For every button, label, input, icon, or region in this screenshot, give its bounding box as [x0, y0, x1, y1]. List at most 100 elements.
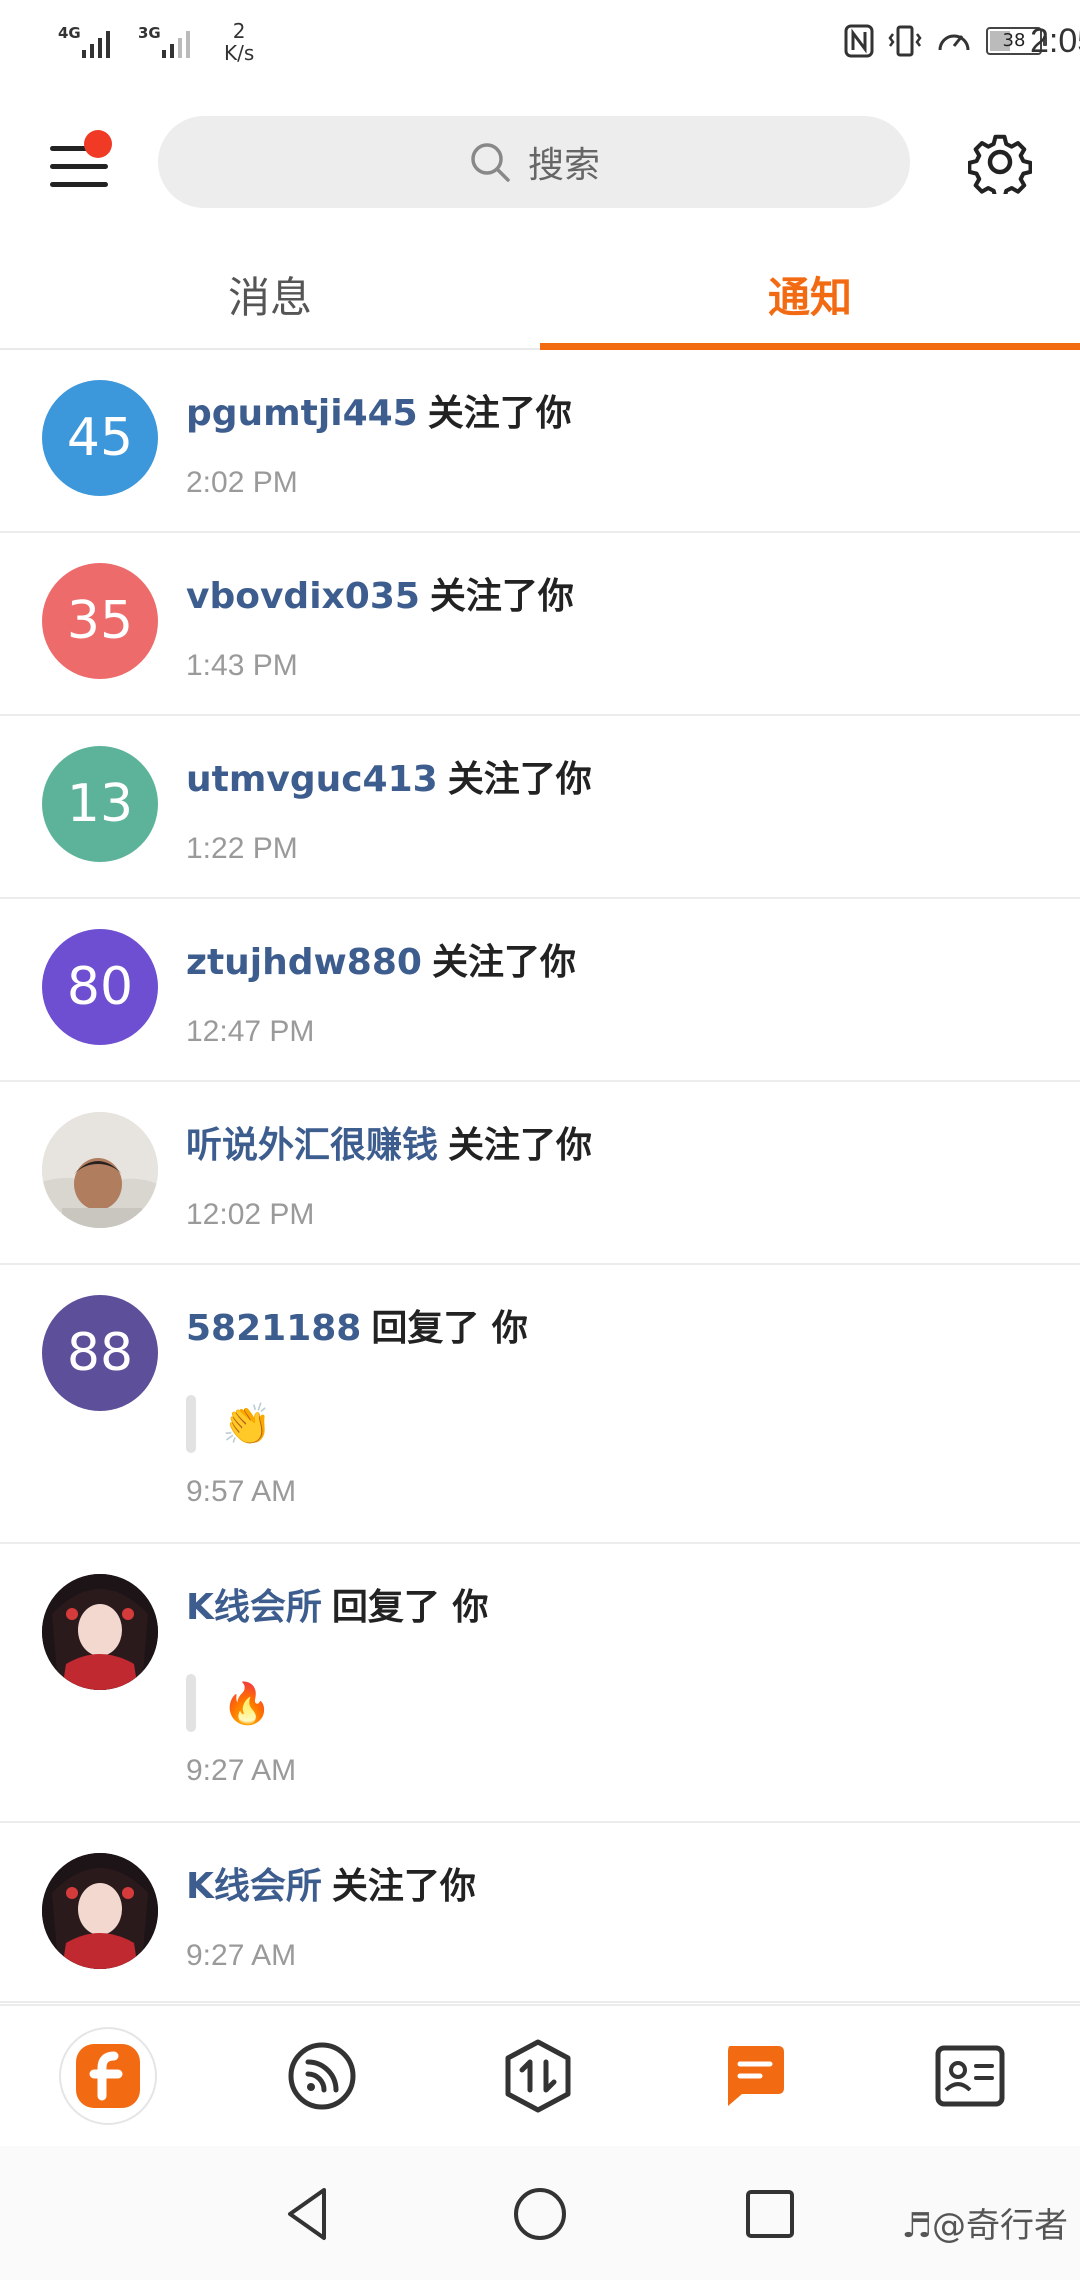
vibrate-icon: [888, 25, 922, 57]
avatar[interactable]: 13: [42, 746, 158, 862]
timestamp: 9:57 AM: [186, 1475, 297, 1508]
timestamp: 12:47 PM: [186, 1015, 315, 1048]
notification-text: K线会所 回复了 你: [186, 1578, 488, 1630]
clock: 2:05: [1030, 21, 1080, 60]
status-bar: 4G 3G 2 K/s 38 2:05: [0, 0, 1080, 92]
avatar[interactable]: 35: [42, 563, 158, 679]
reply-quote: 👏: [186, 1395, 272, 1453]
action-text: 回复了 你: [331, 1587, 489, 1628]
avatar[interactable]: [42, 1112, 158, 1228]
avatar[interactable]: 80: [42, 929, 158, 1045]
username-link[interactable]: 5821188: [186, 1308, 361, 1349]
menu-button[interactable]: [46, 130, 112, 196]
nfc-icon: [844, 24, 874, 58]
watermark-text: @奇行者: [932, 2206, 1068, 2246]
reply-text: 🔥: [222, 1680, 272, 1727]
username-link[interactable]: ztujhdw880: [186, 942, 422, 983]
tab-notifications[interactable]: 通知: [540, 240, 1080, 348]
home-circle-icon[interactable]: [510, 2184, 570, 2244]
nav-home[interactable]: [58, 2026, 158, 2126]
nav-messages[interactable]: [704, 2026, 804, 2126]
system-nav-bar: ♬@奇行者: [0, 2146, 1080, 2280]
list-item[interactable]: K线会所 回复了 你 🔥 9:27 AM: [0, 1544, 1080, 1823]
avatar[interactable]: 88: [42, 1295, 158, 1411]
list-item[interactable]: 听说外汇很赚钱 关注了你 12:02 PM: [0, 1082, 1080, 1265]
username-link[interactable]: vbovdix035: [186, 576, 420, 617]
anime-avatar-icon: [42, 1574, 158, 1690]
timestamp: 9:27 AM: [186, 1754, 297, 1787]
timestamp: 1:22 PM: [186, 832, 298, 865]
tab-messages[interactable]: 消息: [0, 240, 540, 348]
anime-avatar-icon: [42, 1853, 158, 1969]
back-icon[interactable]: [278, 2184, 338, 2244]
trade-icon: [505, 2039, 571, 2113]
avatar[interactable]: [42, 1853, 158, 1969]
list-item[interactable]: 80 ztujhdw880 关注了你 12:47 PM: [0, 899, 1080, 1082]
list-item[interactable]: K线会所 关注了你 9:27 AM: [0, 1823, 1080, 2003]
notification-text: vbovdix035 关注了你: [186, 567, 574, 619]
notification-text: K线会所 关注了你: [186, 1857, 476, 1909]
username-link[interactable]: pgumtji445: [186, 393, 418, 434]
action-text: 回复了 你: [371, 1308, 528, 1349]
person-photo-icon: [42, 1112, 158, 1228]
username-link[interactable]: utmvguc413: [186, 759, 438, 800]
timestamp: 12:02 PM: [186, 1198, 315, 1231]
action-text: 关注了你: [427, 393, 572, 434]
timestamp: 9:27 AM: [186, 1939, 297, 1972]
timestamp: 1:43 PM: [186, 649, 298, 682]
action-text: 关注了你: [331, 1866, 476, 1907]
notification-text: pgumtji445 关注了你: [186, 384, 572, 436]
watermark: ♬@奇行者: [902, 2198, 1068, 2247]
network-type-label: 3G: [138, 24, 161, 42]
nav-trade[interactable]: [488, 2026, 588, 2126]
quote-bar: [186, 1674, 196, 1732]
avatar[interactable]: 45: [42, 380, 158, 496]
messages-icon: [728, 2046, 784, 2106]
avatar-text: 13: [66, 774, 134, 834]
speed-unit: K/s: [224, 41, 255, 65]
username-link[interactable]: K线会所: [186, 1587, 322, 1628]
menu-line: [50, 164, 108, 169]
avatar[interactable]: [42, 1574, 158, 1690]
watermark-logo-icon: ♬: [901, 2206, 932, 2246]
avatar-text: 35: [66, 591, 134, 651]
nav-feed[interactable]: [272, 2026, 372, 2126]
list-item[interactable]: 88 5821188 回复了 你 👏 9:57 AM: [0, 1265, 1080, 1544]
notification-dot: [84, 130, 112, 158]
quote-bar: [186, 1395, 196, 1453]
list-item[interactable]: 35 vbovdix035 关注了你 1:43 PM: [0, 533, 1080, 716]
notification-text: ztujhdw880 关注了你: [186, 933, 576, 985]
action-text: 关注了你: [431, 942, 576, 983]
profile-card-icon: [935, 2045, 1005, 2107]
search-placeholder: 搜索: [527, 145, 600, 186]
list-item[interactable]: 13 utmvguc413 关注了你 1:22 PM: [0, 716, 1080, 899]
bottom-nav: [0, 2004, 1080, 2146]
reply-quote: 🔥: [186, 1674, 272, 1732]
settings-gear-icon[interactable]: [968, 130, 1032, 194]
reply-text: 👏: [222, 1401, 272, 1448]
notification-text: 5821188 回复了 你: [186, 1299, 528, 1351]
network-speed: 2 K/s: [224, 20, 254, 64]
tab-bar: 消息 通知: [0, 240, 1080, 350]
menu-line: [50, 182, 108, 187]
list-item[interactable]: 45 pgumtji445 关注了你 2:02 PM: [0, 350, 1080, 533]
search-icon: [471, 143, 510, 182]
search-bar[interactable]: 搜索: [158, 116, 910, 208]
username-link[interactable]: K线会所: [186, 1866, 322, 1907]
notification-text: 听说外汇很赚钱 关注了你: [186, 1116, 592, 1168]
speed-value: 2: [232, 19, 246, 43]
app-logo-icon: [59, 2027, 157, 2125]
recents-square-icon[interactable]: [740, 2184, 800, 2244]
action-text: 关注了你: [429, 576, 574, 617]
avatar-text: 80: [66, 957, 134, 1017]
action-text: 关注了你: [448, 1125, 593, 1166]
avatar-text: 45: [66, 408, 134, 468]
nav-profile[interactable]: [920, 2026, 1020, 2126]
feed-icon: [288, 2042, 356, 2110]
speedometer-icon: [938, 34, 970, 51]
action-text: 关注了你: [447, 759, 592, 800]
active-tab-indicator: [540, 343, 1080, 350]
timestamp: 2:02 PM: [186, 466, 298, 499]
username-link[interactable]: 听说外汇很赚钱: [186, 1125, 438, 1166]
top-bar: 搜索: [0, 112, 1080, 212]
